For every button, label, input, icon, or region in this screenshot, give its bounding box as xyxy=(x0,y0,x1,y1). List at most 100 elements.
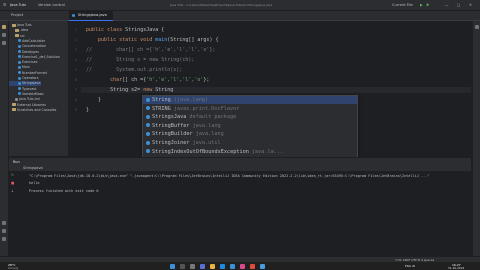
vcs-widget[interactable]: Version control xyxy=(38,3,65,7)
code-token: }; xyxy=(203,77,210,83)
tree-item-label: AddCalculator xyxy=(22,38,46,43)
code-token: String xyxy=(155,87,174,93)
tree-item[interactable]: Datatypes xyxy=(9,50,39,55)
run-config-select[interactable]: Current File xyxy=(392,3,413,7)
tree-item[interactable]: Java Tuts.iml xyxy=(9,97,40,102)
problems-tool-icon[interactable] xyxy=(2,237,6,241)
code-line[interactable]: // String s = new String(ch); xyxy=(86,57,194,63)
line-number: 5 xyxy=(74,68,77,72)
tree-item[interactable]: Concatenation xyxy=(9,44,46,49)
tree-item-label: Exercises xyxy=(22,60,38,65)
tree-item[interactable]: .idea xyxy=(9,28,28,33)
store-icon[interactable] xyxy=(230,263,235,269)
completion-detail: javax.print.DocFlavor xyxy=(173,105,240,112)
structure-tool-icon[interactable] xyxy=(2,41,6,45)
java-class-icon xyxy=(18,87,21,91)
tree-item[interactable]: Operators xyxy=(9,76,38,81)
tab-stringsjava[interactable]: StringsJava.java xyxy=(69,11,113,21)
code-line[interactable]: } xyxy=(86,107,89,113)
run-console[interactable]: ↻ ■ ⇣ "C:\Program Files\Java\jdk-18.0.2\… xyxy=(9,171,471,253)
close-icon[interactable]: ✕ xyxy=(469,3,472,7)
line-number: 1 xyxy=(74,28,77,32)
java-class-icon xyxy=(18,55,21,59)
code-line[interactable]: String s2= new String xyxy=(86,87,173,93)
tree-item[interactable]: AddCalculator xyxy=(9,39,45,44)
search-icon[interactable] xyxy=(180,263,185,269)
start-icon[interactable] xyxy=(170,263,175,269)
tree-item-label: Typecast xyxy=(22,86,37,91)
tree-item-label: NumberFormat xyxy=(22,70,47,75)
intellij-icon[interactable] xyxy=(240,263,245,269)
code-line[interactable]: // char[] ch ={'h','e','l','l','o'}; xyxy=(86,47,215,53)
code-token: main xyxy=(155,37,168,43)
language-indicator[interactable]: ENG IN xyxy=(405,264,415,268)
code-token: StringsJava { xyxy=(125,27,165,33)
tree-item[interactable]: Main xyxy=(9,65,30,70)
debug-icon[interactable]: ✱ xyxy=(426,3,429,7)
tree-item-label: StringsJava xyxy=(22,81,41,86)
project-tool-icon[interactable] xyxy=(2,25,6,29)
file-explorer-icon[interactable] xyxy=(210,263,215,269)
completion-item[interactable]: StringBuilder java.lang xyxy=(143,130,357,138)
terminal-tool-icon[interactable] xyxy=(2,229,6,233)
project-name[interactable]: Java Tuts xyxy=(10,3,26,7)
tree-item-label: Concatenation xyxy=(22,44,46,49)
app-icon[interactable] xyxy=(260,263,265,269)
rerun-icon[interactable]: ↻ xyxy=(11,173,14,177)
tree-item[interactable]: Java Tuts xyxy=(9,23,32,28)
tree-item[interactable]: NumberFormat xyxy=(9,71,47,76)
class-icon xyxy=(146,106,150,111)
tree-item[interactable]: Exercises xyxy=(9,60,37,65)
java-class-icon xyxy=(18,60,21,64)
code-line[interactable]: char[] ch ={'h','e','l','l','o'}; xyxy=(86,77,209,83)
completion-detail: java.la... xyxy=(251,148,284,155)
java-class-icon xyxy=(18,92,21,96)
completion-name: StringIndexOutOfBoundsException xyxy=(152,148,249,155)
java-class-icon xyxy=(18,50,21,53)
code-line[interactable]: } xyxy=(86,97,101,103)
java-class-icon xyxy=(18,65,21,69)
tree-item[interactable]: Typecast xyxy=(9,87,36,92)
completion-item[interactable]: String (java.lang) xyxy=(143,96,357,105)
completion-item[interactable]: StringsJava default package xyxy=(143,113,357,121)
completion-item[interactable]: StringJoiner java.util xyxy=(143,139,357,147)
tree-item[interactable]: External Libraries xyxy=(9,103,46,108)
completion-name: StringBuilder xyxy=(152,131,193,138)
code-line[interactable]: public static void main(String[] args) { xyxy=(86,37,218,43)
completion-item[interactable]: StringIndexOutOfBoundsException java.la..… xyxy=(143,148,357,156)
notifications-icon[interactable] xyxy=(475,25,479,29)
commit-tool-icon[interactable] xyxy=(2,33,6,37)
completion-item[interactable]: StringBuffer java.lang xyxy=(143,122,357,130)
main-menu-icon[interactable]: ☰ xyxy=(3,3,6,7)
code-line[interactable]: // System.out.println(s); xyxy=(86,67,182,73)
weather-desc: Cloudy xyxy=(8,266,19,270)
edge-icon[interactable] xyxy=(220,263,225,269)
java-class-icon xyxy=(18,81,21,85)
run-tab-stringsjava[interactable]: StringsJava xyxy=(23,166,43,170)
chrome-icon[interactable] xyxy=(250,263,255,269)
code-token: } xyxy=(86,97,102,103)
task-view-icon[interactable] xyxy=(190,263,195,269)
code-token: // String s = new String(ch); xyxy=(86,57,195,63)
completion-item[interactable]: STRING javax.print.DocFlavor xyxy=(143,105,357,113)
stop-icon[interactable]: ■ xyxy=(11,181,14,185)
class-icon xyxy=(146,140,150,145)
scroll-icon[interactable]: ⇣ xyxy=(11,189,14,193)
tree-item[interactable]: Scratches and Consoles xyxy=(9,108,56,113)
project-tool-label[interactable]: Project xyxy=(11,13,23,17)
tree-item-label: Java Tuts xyxy=(17,23,32,27)
tree-item-label: Java Tuts.iml xyxy=(19,97,40,102)
maximize-icon[interactable]: ▢ xyxy=(457,3,460,7)
minimize-icon[interactable]: — xyxy=(445,3,449,7)
code-line[interactable]: public class StringsJava { xyxy=(86,27,164,33)
tree-item-label: Exercise1_def_Solution xyxy=(22,54,60,59)
run-icon[interactable]: ▶ xyxy=(420,3,423,7)
editor-gutter: 1 2 3 4 5 6 7 8 9 xyxy=(69,21,81,156)
tree-item[interactable]: VariableBasic xyxy=(9,92,44,97)
tree-item[interactable]: StringsJava xyxy=(9,81,41,87)
code-token: String s2= xyxy=(86,87,144,93)
run-tool-icon[interactable] xyxy=(2,221,6,225)
tree-item[interactable]: Exercise1_def_Solution xyxy=(9,55,60,60)
chat-icon[interactable] xyxy=(200,263,205,269)
tree-item[interactable]: src xyxy=(9,34,25,39)
